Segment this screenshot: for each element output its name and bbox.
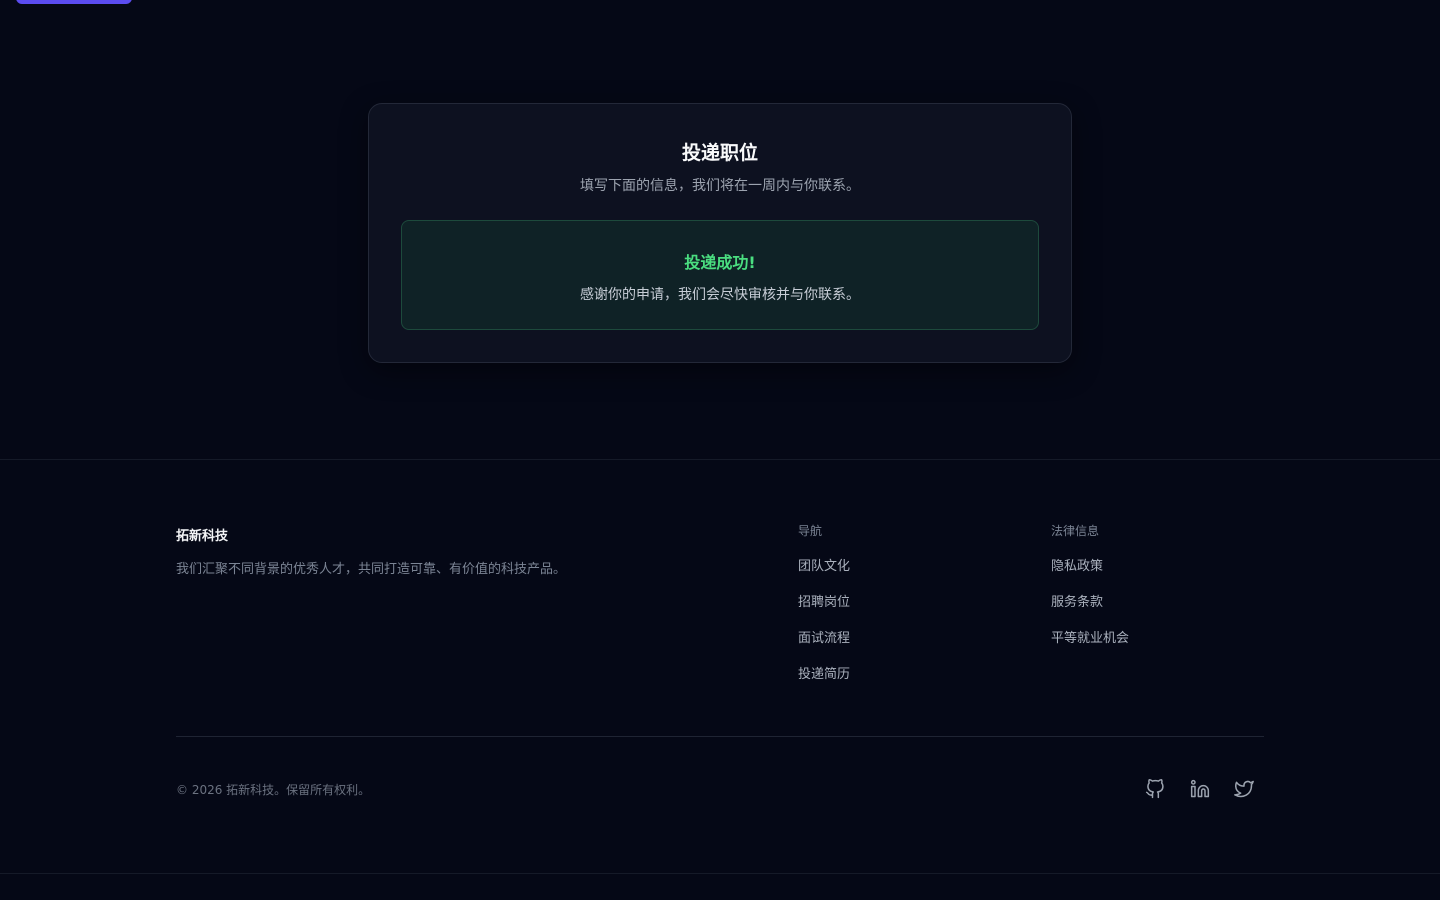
footer-top-border <box>0 459 1440 460</box>
footer-legal-column: 法律信息 隐私政策 服务条款 平等就业机会 <box>1051 523 1129 668</box>
footer-legal-heading: 法律信息 <box>1051 524 1100 538</box>
footer-nav-list: 团队文化 招聘岗位 面试流程 投递简历 <box>798 560 850 704</box>
github-icon[interactable] <box>1144 778 1166 800</box>
footer-nav-column: 导航 团队文化 招聘岗位 面试流程 投递简历 <box>798 523 850 704</box>
footer-link-submit-resume[interactable]: 投递简历 <box>798 668 850 704</box>
footer-link-equal-opportunity[interactable]: 平等就业机会 <box>1051 632 1129 668</box>
card-subtitle: 填写下面的信息，我们将在一周内与你联系。 <box>580 178 860 194</box>
footer-divider <box>176 736 1264 737</box>
success-title: 投递成功! <box>684 253 756 272</box>
footer-link-privacy[interactable]: 隐私政策 <box>1051 560 1129 596</box>
footer-legal-list: 隐私政策 服务条款 平等就业机会 <box>1051 560 1129 668</box>
copyright: © 2026 拓新科技。保留所有权利。 <box>176 783 371 797</box>
footer-link-team-culture[interactable]: 团队文化 <box>798 560 850 596</box>
header-button-partial[interactable] <box>16 0 132 4</box>
page: 投递职位 填写下面的信息，我们将在一周内与你联系。 投递成功! 感谢你的申请，我… <box>0 0 1440 900</box>
twitter-icon[interactable] <box>1233 778 1255 800</box>
application-card: 投递职位 填写下面的信息，我们将在一周内与你联系。 投递成功! 感谢你的申请，我… <box>368 103 1072 363</box>
linkedin-icon[interactable] <box>1189 778 1211 800</box>
footer-link-interview-process[interactable]: 面试流程 <box>798 632 850 668</box>
success-text: 感谢你的申请，我们会尽快审核并与你联系。 <box>580 287 860 303</box>
footer-nav-heading: 导航 <box>798 524 823 538</box>
footer-link-terms[interactable]: 服务条款 <box>1051 596 1129 632</box>
footer-link-jobs[interactable]: 招聘岗位 <box>798 596 850 632</box>
card-title: 投递职位 <box>681 142 758 164</box>
footer-brand-description: 我们汇聚不同背景的优秀人才，共同打造可靠、有价值的科技产品。 <box>176 562 567 577</box>
footer-brand-name: 拓新科技 <box>176 529 229 544</box>
success-message: 投递成功! 感谢你的申请，我们会尽快审核并与你联系。 <box>401 220 1039 330</box>
footer-bottom-border <box>0 873 1440 874</box>
